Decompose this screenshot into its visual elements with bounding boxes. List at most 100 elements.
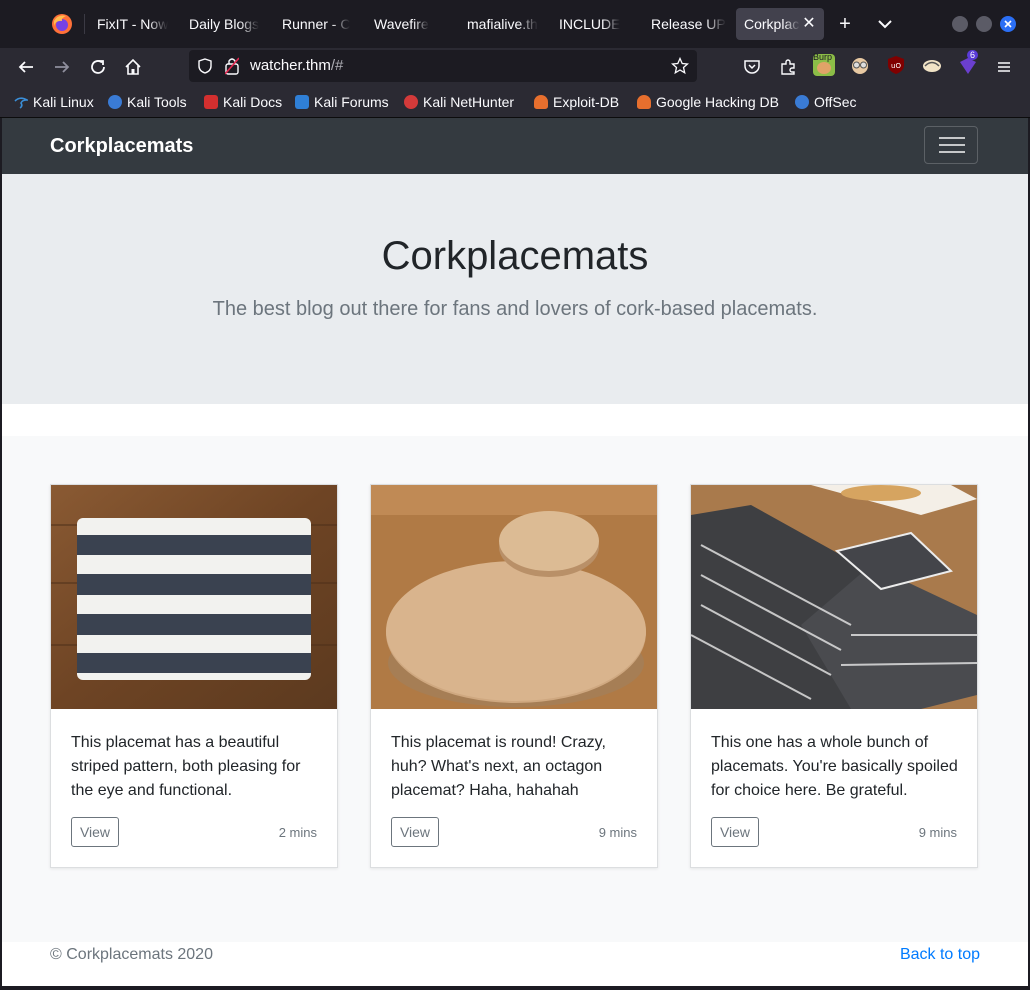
tab-label: INCLUDE [559, 16, 621, 32]
bookmark-offsec[interactable]: OffSec [795, 92, 857, 112]
bookmark-kali-linux[interactable]: Kali Linux [14, 92, 94, 112]
spy-extension-icon[interactable] [849, 54, 871, 76]
insecure-lock-icon[interactable] [225, 57, 239, 75]
burp-extension-icon[interactable]: Burp [813, 52, 835, 76]
tab-label: Runner - C [282, 16, 351, 32]
bookmark-label: OffSec [814, 94, 857, 110]
navigation-toolbar: watcher.thm/# Burp uO 6 [0, 48, 1030, 86]
card-text: This one has a whole bunch of placemats.… [711, 734, 958, 799]
reload-button[interactable] [85, 54, 111, 80]
url-bar[interactable]: watcher.thm/# [189, 50, 697, 82]
maximize-button[interactable] [976, 16, 992, 32]
site-footer: © Corkplacemats 2020 Back to top [2, 942, 1028, 986]
bookmark-google-hacking-db[interactable]: Google Hacking DB [637, 92, 779, 112]
ghdb-icon [637, 95, 651, 109]
read-time: 9 mins [598, 825, 637, 840]
bookmark-kali-docs[interactable]: Kali Docs [204, 92, 282, 112]
home-button[interactable] [120, 54, 146, 80]
pocket-icon [744, 60, 760, 74]
navbar-toggler-button[interactable] [924, 126, 978, 164]
ublock-origin-icon[interactable]: uO [885, 54, 907, 76]
bookmark-kali-forums[interactable]: Kali Forums [295, 92, 389, 112]
kali-forums-icon [295, 95, 309, 109]
card-image [691, 485, 977, 709]
url-path: /# [330, 57, 344, 74]
url-host: watcher.thm [250, 57, 331, 74]
tab-label: mafialive.th [467, 16, 538, 32]
new-tab-button[interactable]: + [833, 12, 857, 36]
tab-label: Wavefire [374, 16, 429, 32]
arrow-left-icon [18, 61, 33, 73]
svg-text:uO: uO [891, 62, 901, 70]
hero-title: Corkplacemats [381, 234, 649, 278]
hamburger-menu-icon [998, 62, 1010, 72]
bookmark-label: Kali NetHunter [423, 94, 515, 110]
tab-release[interactable]: Release UP [643, 8, 729, 40]
post-card: This placemat is round! Crazy, huh? What… [370, 484, 658, 868]
tab-corkplacemats[interactable]: Corkplac ✕ [736, 8, 824, 40]
window-close-button[interactable] [1000, 16, 1016, 32]
app-menu-button[interactable] [991, 54, 1017, 80]
site-brand[interactable]: Corkplacemats [50, 135, 193, 158]
bookmark-label: Google Hacking DB [656, 94, 779, 110]
burp-label: Burp [813, 52, 833, 62]
kali-dragon-icon [14, 95, 31, 109]
hero-lead: The best blog out there for fans and lov… [212, 298, 818, 320]
tab-label: Corkplac [744, 16, 800, 32]
view-button[interactable]: View [71, 817, 119, 847]
cookie-editor-icon[interactable] [921, 54, 943, 76]
arrow-right-icon [55, 61, 70, 73]
foxyproxy-icon[interactable]: 6 [957, 50, 979, 76]
view-button[interactable]: View [711, 817, 759, 847]
tab-daily-blogs[interactable]: Daily Blogs [181, 8, 267, 40]
tab-label: Daily Blogs [189, 16, 260, 32]
puzzle-icon [781, 59, 795, 75]
shield-icon[interactable] [197, 58, 213, 74]
kali-docs-icon [204, 95, 218, 109]
card-text: This placemat has a beautiful striped pa… [71, 734, 301, 799]
card-image [371, 485, 657, 709]
tab-runner[interactable]: Runner - C [274, 8, 360, 40]
album-section: This placemat has a beautiful striped pa… [2, 436, 1028, 942]
forward-button[interactable] [49, 54, 75, 80]
bookmark-exploit-db[interactable]: Exploit-DB [534, 92, 619, 112]
close-icon[interactable]: ✕ [800, 15, 818, 33]
reload-icon [91, 60, 105, 74]
url-text[interactable]: watcher.thm/# [250, 57, 343, 74]
tab-separator [84, 14, 85, 34]
tab-include[interactable]: INCLUDE [551, 8, 637, 40]
nethunter-icon [404, 95, 418, 109]
chevron-down-icon [878, 20, 892, 29]
pocket-button[interactable] [739, 54, 765, 80]
site-navbar: Corkplacemats [2, 118, 1028, 174]
tab-label: FixIT - Now [97, 16, 169, 32]
hamburger-icon [939, 137, 965, 139]
exploit-db-icon [534, 95, 548, 109]
read-time: 2 mins [278, 825, 317, 840]
star-icon[interactable] [671, 57, 689, 75]
bookmark-label: Kali Tools [127, 94, 187, 110]
bookmark-kali-tools[interactable]: Kali Tools [108, 92, 187, 112]
back-button[interactable] [13, 54, 39, 80]
firefox-icon[interactable] [50, 12, 74, 36]
tab-fixit[interactable]: FixIT - Now [89, 8, 175, 40]
tab-mafialive[interactable]: mafialive.th [459, 8, 545, 40]
minimize-button[interactable] [952, 16, 968, 32]
back-to-top-link[interactable]: Back to top [900, 946, 980, 964]
tab-wavefire[interactable]: Wavefire [366, 8, 452, 40]
kali-tools-icon [108, 95, 122, 109]
view-button[interactable]: View [391, 817, 439, 847]
list-all-tabs-button[interactable] [873, 12, 897, 36]
read-time: 9 mins [918, 825, 957, 840]
close-icon [1004, 20, 1012, 28]
extensions-button[interactable] [775, 54, 801, 80]
bookmark-label: Kali Forums [314, 94, 389, 110]
bookmark-label: Kali Linux [33, 94, 94, 110]
bookmark-label: Kali Docs [223, 94, 283, 110]
page-viewport: Corkplacemats Corkplacemats The best blo… [2, 118, 1028, 986]
post-card: This one has a whole bunch of placemats.… [690, 484, 978, 868]
bookmark-kali-nethunter[interactable]: Kali NetHunter [404, 92, 514, 112]
extension-badge: 6 [967, 50, 979, 60]
bookmarks-toolbar: Kali Linux Kali Tools Kali Docs Kali For… [0, 86, 1030, 118]
home-icon [125, 58, 141, 75]
